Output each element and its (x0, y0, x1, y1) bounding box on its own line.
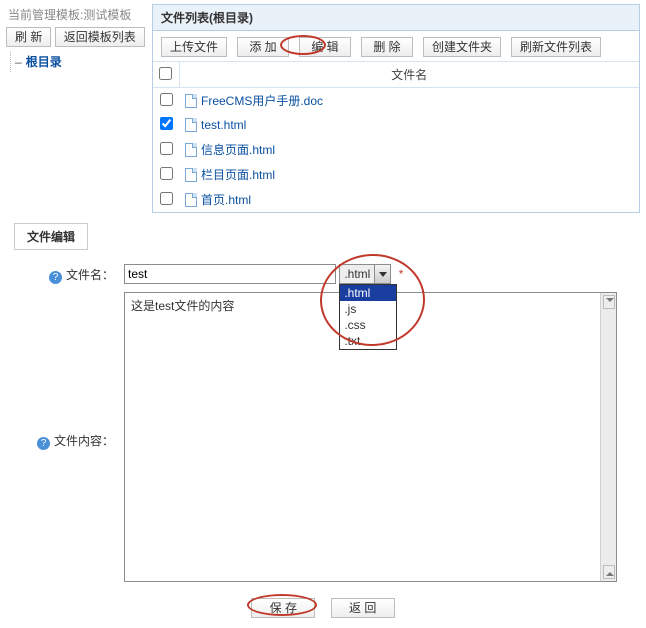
filename-label: 文件名： (66, 268, 114, 282)
back-to-templates-button[interactable]: 返回模板列表 (55, 27, 145, 47)
row-checkbox[interactable] (160, 142, 173, 155)
table-row: 信息页面.html (153, 137, 639, 162)
table-row: test.html (153, 113, 639, 137)
col-filename-header: 文件名 (179, 62, 639, 88)
required-mark: * (399, 267, 404, 281)
row-checkbox[interactable] (160, 117, 173, 130)
tree-dash-icon: – (15, 55, 22, 69)
row-checkbox[interactable] (160, 167, 173, 180)
file-link[interactable]: 首页.html (201, 193, 251, 207)
tree-root-label: 根目录 (26, 55, 62, 69)
table-row: FreeCMS用户手册.doc (153, 88, 639, 114)
file-table: 文件名 FreeCMS用户手册.doc test.html 信息页面.html 栏目页… (153, 61, 639, 212)
back-button[interactable]: 返 回 (331, 598, 395, 618)
file-icon (185, 118, 197, 132)
template-label-prefix: 当前管理模板: (8, 8, 83, 22)
help-icon[interactable]: ? (37, 437, 50, 450)
extension-option[interactable]: .js (340, 301, 396, 317)
chevron-down-icon (374, 265, 390, 283)
row-checkbox[interactable] (160, 93, 173, 106)
file-list-panel: 文件列表(根目录) 上传文件 添 加 编 辑 删 除 创建文件夹 刷新文件列表 … (152, 4, 640, 213)
file-icon (185, 94, 197, 108)
file-icon (185, 168, 197, 182)
scroll-up-icon[interactable] (603, 295, 615, 309)
current-template-label: 当前管理模板:测试模板 (6, 4, 146, 27)
file-link[interactable]: 栏目页面.html (201, 168, 275, 182)
file-list-heading-context: (根目录) (209, 11, 253, 25)
delete-button[interactable]: 删 除 (361, 37, 413, 57)
edit-button[interactable]: 编 辑 (299, 37, 351, 57)
extension-option[interactable]: .css (340, 317, 396, 333)
extension-select[interactable]: .html (339, 264, 391, 284)
upload-button[interactable]: 上传文件 (161, 37, 227, 57)
file-list-heading: 文件列表(根目录) (153, 5, 639, 31)
refresh-list-button[interactable]: 刷新文件列表 (511, 37, 601, 57)
tree-root-node[interactable]: –根目录 (10, 51, 146, 72)
file-icon (185, 193, 197, 207)
table-row: 栏目页面.html (153, 162, 639, 187)
left-nav: 当前管理模板:测试模板 刷 新 返回模板列表 –根目录 (6, 4, 146, 72)
extension-dropdown[interactable]: .html.js.css.txt (339, 284, 397, 350)
filename-input[interactable] (124, 264, 336, 284)
file-link[interactable]: test.html (201, 118, 246, 132)
extension-option[interactable]: .html (340, 285, 396, 301)
template-name: 测试模板 (83, 8, 131, 22)
save-button[interactable]: 保 存 (251, 598, 315, 618)
footer-buttons: 保 存 返 回 (13, 590, 633, 628)
file-icon (185, 143, 197, 157)
editor-title: 文件编辑 (14, 223, 88, 250)
row-checkbox[interactable] (160, 192, 173, 205)
file-toolbar: 上传文件 添 加 编 辑 删 除 创建文件夹 刷新文件列表 (153, 31, 639, 61)
file-link[interactable]: FreeCMS用户手册.doc (201, 94, 323, 108)
table-row: 首页.html (153, 187, 639, 212)
add-button[interactable]: 添 加 (237, 37, 289, 57)
editor-section: 文件编辑 ?文件名： .html .html.js.css.txt * ?文件内… (6, 223, 640, 628)
extension-selected-value: .html (340, 267, 374, 281)
create-folder-button[interactable]: 创建文件夹 (423, 37, 501, 57)
help-icon[interactable]: ? (49, 271, 62, 284)
file-list-heading-prefix: 文件列表 (161, 11, 209, 25)
scrollbar[interactable] (600, 293, 616, 581)
content-label: 文件内容： (54, 434, 114, 448)
select-all-checkbox[interactable] (159, 67, 172, 80)
refresh-button[interactable]: 刷 新 (6, 27, 51, 47)
file-link[interactable]: 信息页面.html (201, 143, 275, 157)
extension-option[interactable]: .txt (340, 333, 396, 349)
scroll-down-icon[interactable] (603, 565, 615, 579)
